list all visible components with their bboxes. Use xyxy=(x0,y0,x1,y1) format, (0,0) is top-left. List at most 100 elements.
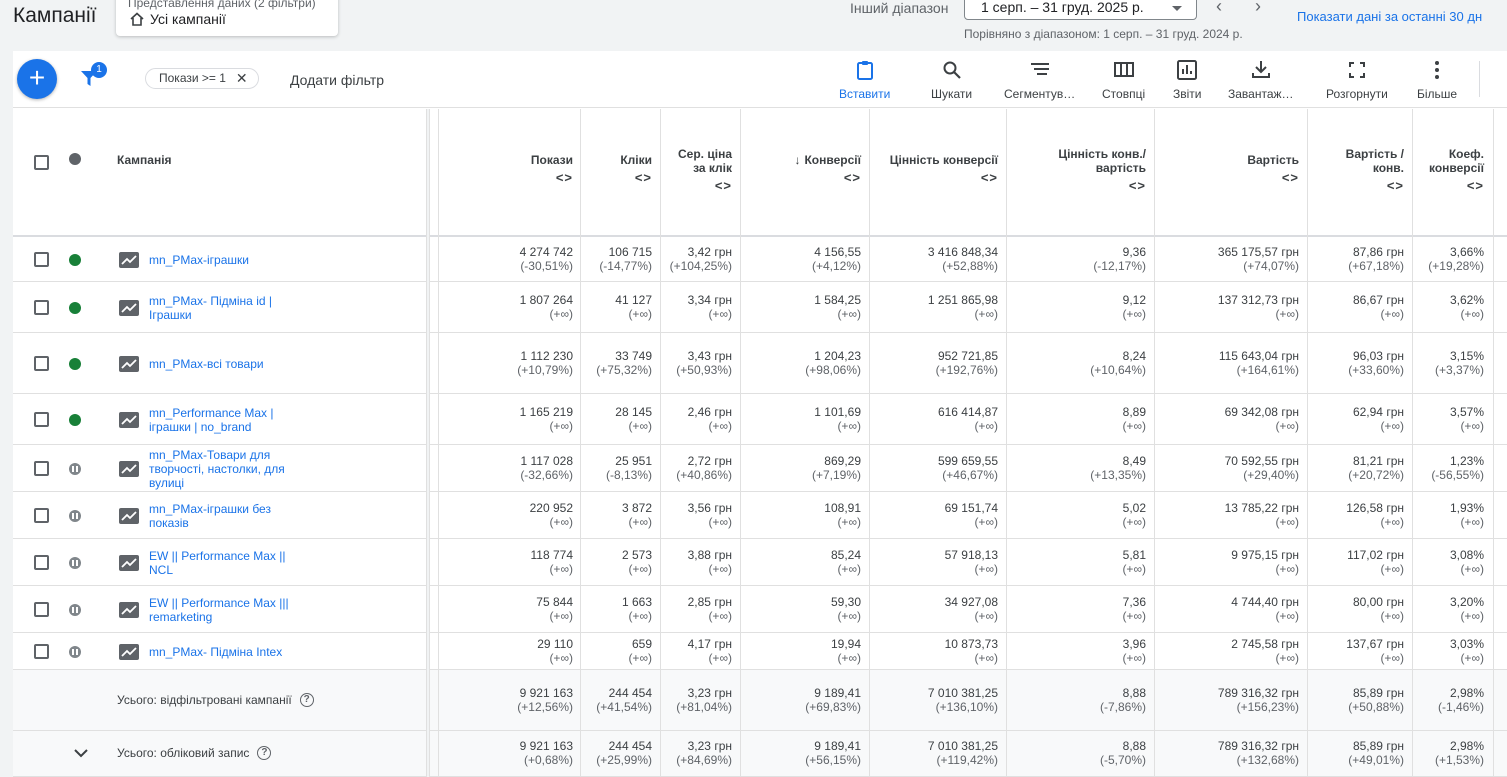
cell-change: (+52,88%) xyxy=(942,259,998,273)
metric-cell: 599 659,55 (+46,67%) xyxy=(938,454,998,482)
col-campaign[interactable]: Кампанія xyxy=(117,153,172,167)
insert-button[interactable]: Вставити xyxy=(839,59,890,101)
column-divider xyxy=(580,109,581,777)
metric-cell: 75 844 (+∞) xyxy=(536,595,573,623)
cell-value: 85,24 xyxy=(830,548,861,562)
row-checkbox[interactable] xyxy=(34,299,49,315)
more-button[interactable]: Більше xyxy=(1417,59,1457,101)
cell-change: (+25,99%) xyxy=(596,753,652,767)
row-checkbox[interactable] xyxy=(34,355,49,371)
col-conv-rate[interactable]: Коеф. конверсії <> xyxy=(1413,147,1484,193)
campaign-name-link[interactable]: mn_PMax- Підміна id | Іграшки xyxy=(149,294,299,322)
cell-change: (+74,07%) xyxy=(1243,259,1299,273)
date-range-picker[interactable]: 1 серп. – 31 груд. 2025 р. xyxy=(964,0,1197,20)
status-enabled-icon[interactable] xyxy=(69,301,81,314)
cell-change: (+33,60%) xyxy=(1348,363,1404,377)
cell-change: (+∞) xyxy=(708,307,732,321)
table-row[interactable]: mn_PMax-іграшки 4 274 742 (-30,51%) 106 715… xyxy=(13,237,1507,282)
campaign-name-link[interactable]: EW || Performance Max ||| remarketing xyxy=(149,596,299,624)
select-all-checkbox[interactable] xyxy=(34,155,49,170)
cell-change: (+∞) xyxy=(974,651,998,665)
metric-cell: 7,36 (+∞) xyxy=(1122,595,1146,623)
add-button[interactable]: + xyxy=(17,59,57,99)
status-paused-icon[interactable] xyxy=(69,603,81,616)
table-row[interactable]: EW || Performance Max || NCL 118 774 (+∞) 2… xyxy=(13,539,1507,586)
cell-change: (+4,12%) xyxy=(811,259,861,273)
expand-button[interactable]: Розгорнути xyxy=(1326,59,1388,101)
campaign-name-link[interactable]: EW || Performance Max || NCL xyxy=(149,549,299,577)
metric-cell: 126,58 грн (+∞) xyxy=(1346,501,1404,529)
col-avg-cpc[interactable]: Сер. ціна за клік <> xyxy=(663,147,732,193)
add-filter-button[interactable]: Додати фільтр xyxy=(290,72,384,88)
search-icon xyxy=(943,61,961,79)
column-divider xyxy=(1493,109,1494,777)
row-checkbox[interactable] xyxy=(34,251,49,267)
table-row[interactable]: EW || Performance Max ||| remarketing 75 … xyxy=(13,586,1507,633)
page-title: Кампанії xyxy=(13,4,97,27)
filter-chip[interactable]: Покази >= 1 ✕ xyxy=(145,68,259,89)
chevron-down-icon[interactable] xyxy=(73,746,89,764)
segment-button[interactable]: Сегментув… xyxy=(1004,59,1075,101)
sort-icon: <> xyxy=(1281,170,1299,185)
fullscreen-icon xyxy=(1348,62,1365,78)
campaign-name-link[interactable]: mn_PMax-іграшки xyxy=(149,253,299,267)
view-selector[interactable]: Представлення даних (2 фільтри) Усі камп… xyxy=(116,0,338,36)
table-row[interactable]: mn_PMax-всі товари 1 112 230 (+10,79%) 33 7… xyxy=(13,333,1507,394)
col-conv-value[interactable]: Цінність конверсії <> xyxy=(873,153,998,185)
table-row[interactable]: mn_PMax-Товари для творчості, настолки, … xyxy=(13,445,1507,492)
col-value-cost[interactable]: Цінність конв./вартість <> xyxy=(1008,147,1146,193)
col-impressions[interactable]: Покази <> xyxy=(493,153,573,185)
status-paused-icon[interactable] xyxy=(69,645,81,658)
metric-cell: 1 165 219 (+∞) xyxy=(520,405,573,433)
cell-change: (+81,04%) xyxy=(676,700,732,714)
columns-button[interactable]: Стовпці xyxy=(1102,59,1145,101)
table-row[interactable]: mn_PMax-іграшки без показів 220 952 (+∞) 3 … xyxy=(13,492,1507,539)
metric-cell: 1 204,23 (+98,06%) xyxy=(805,349,861,377)
cell-change: (+29,40%) xyxy=(1243,468,1299,482)
status-enabled-icon[interactable] xyxy=(69,413,81,426)
status-enabled-icon[interactable] xyxy=(69,253,81,266)
col-cost[interactable]: Вартість <> xyxy=(1158,153,1299,185)
compare-range: Порівняно з діапазоном: 1 серп. – 31 гру… xyxy=(964,27,1243,41)
row-checkbox[interactable] xyxy=(34,460,49,476)
table-row[interactable]: mn_PMax- Підміна Intex 29 110 (+∞) 659 (+∞) 4… xyxy=(13,633,1507,670)
metric-cell: 616 414,87 (+∞) xyxy=(938,405,998,433)
cell-value: 85,89 грн xyxy=(1352,739,1404,753)
col-cost-per-conv[interactable]: Вартість / конв. <> xyxy=(1311,147,1404,193)
campaign-name-link[interactable]: mn_PMax-всі товари xyxy=(149,357,299,371)
table-row[interactable]: mn_PMax- Підміна id | Іграшки 1 807 264 (+… xyxy=(13,282,1507,333)
status-paused-icon[interactable] xyxy=(69,556,81,569)
metric-cell: 3,34 грн (+∞) xyxy=(688,293,732,321)
reports-button[interactable]: Звіти xyxy=(1173,59,1202,101)
search-button[interactable]: Шукати xyxy=(931,59,972,101)
help-icon[interactable]: ? xyxy=(299,692,314,707)
row-checkbox[interactable] xyxy=(34,643,49,659)
help-icon[interactable]: ? xyxy=(257,746,272,760)
col-clicks[interactable]: Кліки <> xyxy=(583,153,652,185)
download-button[interactable]: Завантаж… xyxy=(1228,59,1294,101)
cell-value: 5,02 xyxy=(1122,501,1146,515)
close-icon[interactable]: ✕ xyxy=(236,71,248,88)
chevron-right-icon[interactable]: › xyxy=(1255,0,1261,17)
cell-change: (+∞) xyxy=(628,562,652,576)
filter-count-badge: 1 xyxy=(91,62,107,78)
status-enabled-icon[interactable] xyxy=(69,357,81,370)
campaign-name-link[interactable]: mn_PMax- Підміна Intex xyxy=(149,645,299,659)
campaign-name-link[interactable]: mn_PMax-Товари для творчості, настолки, … xyxy=(149,448,299,490)
col-conversions[interactable]: ↓ Конверсії <> xyxy=(743,153,861,185)
show-last-30-days-link[interactable]: Показати дані за останні 30 дн xyxy=(1297,9,1482,24)
campaign-name-link[interactable]: mn_Performance Max | іграшки | no_brand xyxy=(149,406,299,434)
row-checkbox[interactable] xyxy=(34,601,49,617)
row-checkbox[interactable] xyxy=(34,507,49,523)
status-paused-icon[interactable] xyxy=(69,509,81,522)
table-row[interactable]: mn_Performance Max | іграшки | no_brand 1… xyxy=(13,394,1507,445)
chevron-left-icon[interactable]: ‹ xyxy=(1216,0,1222,17)
download-label: Завантаж… xyxy=(1228,87,1294,101)
metric-cell: 34 927,08 (+∞) xyxy=(945,595,998,623)
metric-cell: 869,29 (+7,19%) xyxy=(812,454,861,482)
row-checkbox[interactable] xyxy=(34,554,49,570)
cell-value: 2,98% xyxy=(1449,686,1484,700)
row-checkbox[interactable] xyxy=(34,411,49,427)
status-paused-icon[interactable] xyxy=(69,462,81,475)
campaign-name-link[interactable]: mn_PMax-іграшки без показів xyxy=(149,502,299,530)
